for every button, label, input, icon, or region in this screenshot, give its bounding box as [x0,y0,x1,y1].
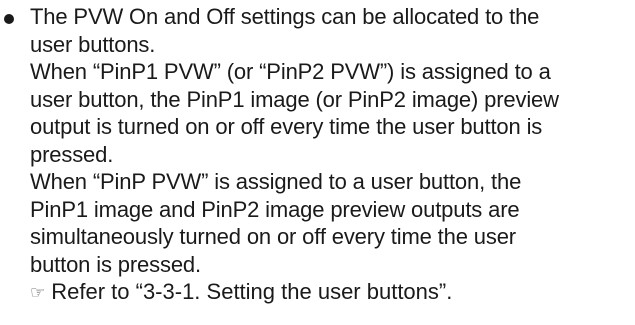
text-line: PinP1 image and PinP2 image preview outp… [30,196,520,222]
text-line: simultaneously turned on or off every ti… [30,224,516,249]
text-line: pressed. [30,141,114,167]
paragraph-pvw-allocation: The PVW On and Off settings can be alloc… [30,3,635,58]
cross-reference: ☞ Refer to “3-3-1. Setting the user butto… [30,278,635,308]
text-line: output is turned on or off every time th… [30,114,543,139]
document-body: The PVW On and Off settings can be alloc… [0,0,635,308]
bullet-item: The PVW On and Off settings can be alloc… [0,0,635,308]
text-line: When “PinP PVW” is assigned to a user bu… [30,169,522,194]
text-line: The PVW On and Off settings can be alloc… [30,4,540,29]
pointing-hand-icon: ☞ [30,283,46,303]
text-line: button is pressed. [30,251,201,277]
text-line: When “PinP1 PVW” (or “PinP2 PVW”) is ass… [30,59,551,84]
paragraph-pinp1-pvw: When “PinP1 PVW” (or “PinP2 PVW”) is ass… [30,58,635,168]
paragraph-pinp-pvw: When “PinP PVW” is assigned to a user bu… [30,168,635,278]
bullet-dot-icon [4,14,14,24]
cross-reference-text: Refer to “3-3-1. Setting the user button… [51,279,453,304]
text-line: user button, the PinP1 image (or PinP2 i… [30,86,559,112]
text-line: user buttons. [30,31,156,57]
